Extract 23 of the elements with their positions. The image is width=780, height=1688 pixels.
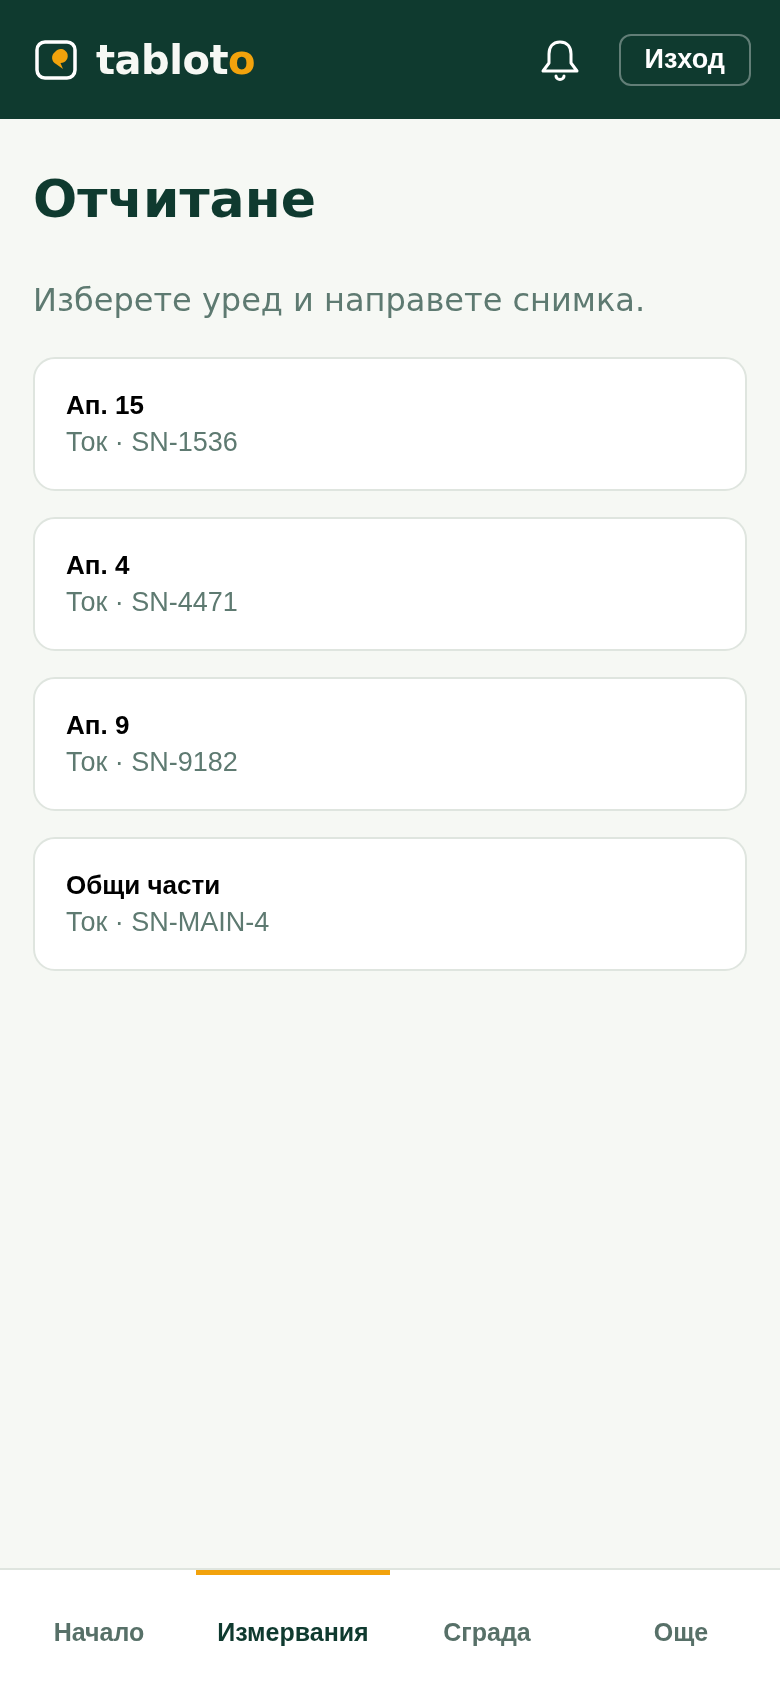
meter-card[interactable]: Ап. 9 Ток · SN-9182: [33, 677, 747, 811]
meter-card[interactable]: Ап. 15 Ток · SN-1536: [33, 357, 747, 491]
meter-name: Ап. 9: [66, 710, 130, 740]
nav-tab[interactable]: Още: [584, 1570, 778, 1688]
logo-wordmark: tabloto: [96, 39, 256, 80]
nav-tab[interactable]: Сграда: [390, 1570, 584, 1688]
meter-name: Общи части: [66, 870, 221, 900]
meter-card[interactable]: Ап. 4 Ток · SN-4471: [33, 517, 747, 651]
meter-card[interactable]: Общи части Ток · SN-MAIN-4: [33, 837, 747, 971]
meter-details: Ток · SN-MAIN-4: [66, 906, 270, 938]
meter-details: Ток · SN-9182: [66, 746, 238, 778]
page-title: Отчитане: [33, 168, 317, 231]
notifications-button[interactable]: [539, 38, 580, 81]
meter-details: Ток · SN-1536: [66, 426, 238, 458]
logout-button[interactable]: Изход: [618, 33, 751, 86]
page-subtitle: Изберете уред и направете снимка.: [33, 280, 647, 320]
meter-name: Ап. 15: [66, 390, 144, 420]
logo-icon: [35, 39, 77, 80]
meter-details: Ток · SN-4471: [66, 586, 238, 618]
bell-icon: [539, 38, 580, 81]
nav-tab[interactable]: Измервания: [196, 1570, 390, 1688]
nav-tab[interactable]: Начало: [2, 1570, 196, 1688]
meter-name: Ап. 4: [66, 550, 130, 580]
